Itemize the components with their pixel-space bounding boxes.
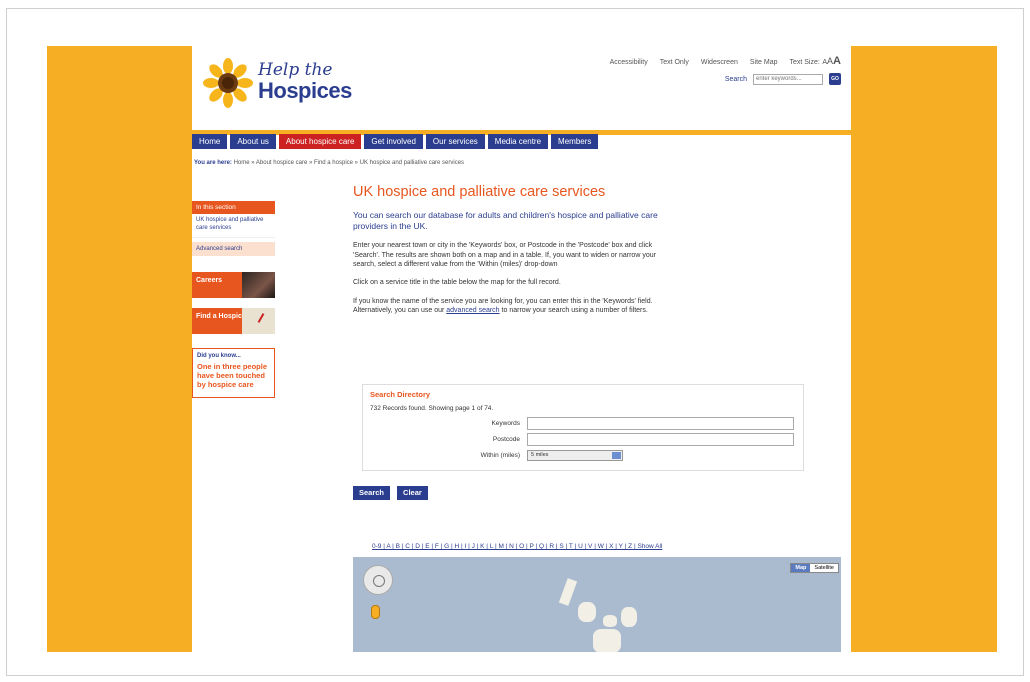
map-type-map[interactable]: Map bbox=[791, 564, 811, 572]
main-nav: Home About us About hospice care Get inv… bbox=[192, 134, 599, 149]
postcode-label: Postcode bbox=[492, 436, 520, 443]
did-you-know-box: Did you know... One in three people have… bbox=[192, 347, 275, 398]
careers-label: Careers bbox=[196, 276, 223, 284]
search-input[interactable] bbox=[753, 73, 823, 85]
main-content: UK hospice and palliative care services … bbox=[353, 184, 673, 316]
keywords-label: Keywords bbox=[491, 420, 520, 427]
careers-photo bbox=[242, 271, 275, 298]
sunflower-icon bbox=[203, 58, 253, 108]
nav-our-services[interactable]: Our services bbox=[425, 134, 485, 149]
map-land bbox=[593, 629, 621, 652]
map-land bbox=[558, 578, 578, 606]
text-only-link[interactable]: Text Only bbox=[660, 59, 689, 66]
keywords-hint-b: to narrow your search using a number of … bbox=[501, 307, 648, 315]
map-type-satellite[interactable]: Satellite bbox=[810, 564, 838, 572]
chevron-down-icon bbox=[612, 452, 621, 459]
records-found: 732 Records found. Showing page 1 of 74. bbox=[370, 405, 494, 412]
form-buttons: Search Clear bbox=[353, 486, 428, 500]
site-map-link[interactable]: Site Map bbox=[750, 59, 778, 66]
section-heading: In this section bbox=[192, 201, 275, 214]
nav-members[interactable]: Members bbox=[551, 134, 599, 149]
within-value: 5 miles bbox=[531, 452, 549, 458]
breadcrumb-trail[interactable]: Home » About hospice care » Find a hospi… bbox=[234, 160, 464, 166]
logo-text-bottom: Hospices bbox=[258, 78, 352, 103]
widescreen-link[interactable]: Widescreen bbox=[701, 59, 738, 66]
search-button[interactable]: Search bbox=[353, 486, 391, 500]
table-hint-text: Click on a service title in the table be… bbox=[353, 279, 561, 287]
directory-title: Search Directory bbox=[370, 390, 431, 399]
find-hospice-promo[interactable]: Find a Hospice bbox=[192, 307, 275, 334]
search-go-button[interactable]: GO bbox=[829, 73, 841, 85]
nav-get-involved[interactable]: Get involved bbox=[364, 134, 423, 149]
map[interactable]: Map Satellite bbox=[353, 557, 841, 652]
nav-media-centre[interactable]: Media centre bbox=[487, 134, 549, 149]
did-you-know-title: Did you know... bbox=[197, 352, 241, 359]
nav-about-us[interactable]: About us bbox=[230, 134, 276, 149]
keywords-hint-text: If you know the name of the service you … bbox=[353, 297, 665, 316]
map-zoom-control[interactable] bbox=[371, 605, 380, 619]
breadcrumb: You are here: Home » About hospice care … bbox=[194, 160, 464, 166]
text-size-label: Text Size: bbox=[789, 59, 820, 66]
within-label: Within (miles) bbox=[480, 452, 520, 459]
instructions-text: Enter your nearest town or city in the '… bbox=[353, 242, 656, 268]
postcode-field[interactable] bbox=[527, 433, 794, 446]
map-land bbox=[578, 602, 596, 622]
keywords-field[interactable] bbox=[527, 417, 794, 430]
website: Help the Hospices Accessibility Text Onl… bbox=[192, 46, 851, 652]
page-title: UK hospice and palliative care services bbox=[353, 184, 606, 200]
map-thumbnail bbox=[242, 307, 275, 334]
find-hospice-label: Find a Hospice bbox=[196, 312, 246, 320]
text-size-large[interactable]: A bbox=[833, 55, 841, 67]
accessibility-link[interactable]: Accessibility bbox=[610, 59, 648, 66]
utility-links: Accessibility Text Only Widescreen Site … bbox=[610, 55, 841, 67]
sidebar: In this section UK hospice and palliativ… bbox=[192, 201, 275, 398]
within-select[interactable]: 5 miles bbox=[527, 450, 623, 461]
search-directory-form: Search Directory 732 Records found. Show… bbox=[362, 384, 804, 471]
map-pan-control[interactable] bbox=[363, 565, 393, 595]
did-you-know-text: One in three people have been touched by… bbox=[197, 361, 268, 389]
clear-button[interactable]: Clear bbox=[397, 486, 428, 500]
map-type-toggle: Map Satellite bbox=[790, 563, 839, 573]
careers-promo[interactable]: Careers bbox=[192, 271, 275, 298]
map-land bbox=[603, 615, 617, 627]
breadcrumb-label: You are here: bbox=[194, 160, 232, 166]
alphabet-filter[interactable]: 0-9 | A | B | C | D | E | F | G | H | I … bbox=[372, 543, 662, 550]
logo-text-top: Help the bbox=[258, 60, 333, 80]
site-search: Search GO bbox=[725, 73, 841, 85]
search-label: Search bbox=[724, 75, 747, 83]
advanced-search-link[interactable]: advanced search bbox=[446, 307, 499, 314]
sidebar-item-advanced-search[interactable]: Advanced search bbox=[192, 241, 275, 256]
map-land bbox=[621, 607, 637, 627]
nav-about-hospice-care[interactable]: About hospice care bbox=[278, 134, 362, 149]
text-size-control: Text Size: AAA bbox=[789, 55, 841, 67]
intro-text: You can search our database for adults a… bbox=[353, 210, 658, 232]
logo[interactable]: Help the Hospices bbox=[203, 56, 363, 108]
sidebar-item-uk-hospice[interactable]: UK hospice and palliative care services bbox=[192, 214, 275, 238]
nav-home[interactable]: Home bbox=[192, 134, 228, 149]
